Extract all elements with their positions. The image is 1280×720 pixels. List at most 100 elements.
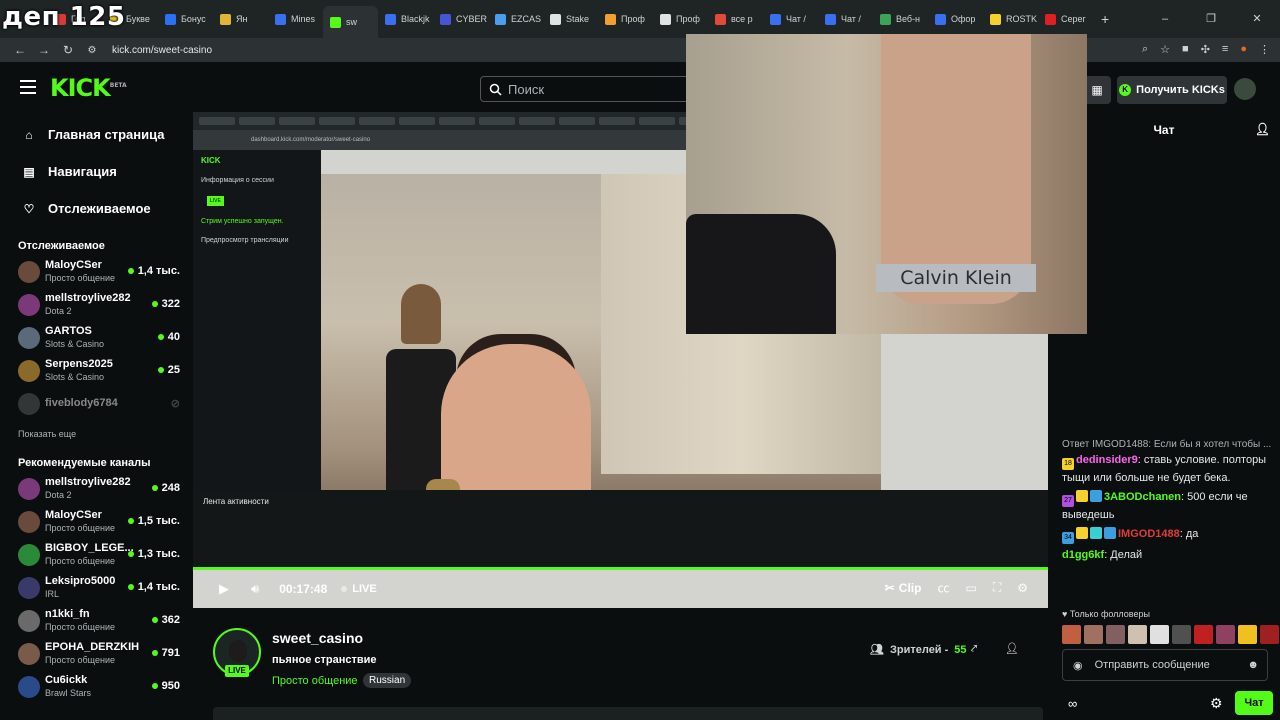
puzzle-icon[interactable]: ✣ [1201,43,1210,56]
browser-tab[interactable]: Офор [928,4,983,34]
menu-icon[interactable]: ⋮ [1259,43,1270,56]
channel-avatar [18,576,40,599]
browser-tab[interactable]: Проф [598,4,653,34]
chat-username[interactable]: d1gg6kf [1062,549,1104,561]
site-info-icon[interactable]: ⚙ [80,45,104,56]
chat-username[interactable]: dedinsider9 [1076,454,1138,466]
close-window-button[interactable]: ✕ [1234,0,1280,38]
browser-tab[interactable]: Бонус [158,4,213,34]
browser-tab[interactable]: Серег [1038,4,1093,34]
play-icon[interactable]: ▶ [219,581,229,597]
emoji-icon[interactable]: ☻ [1247,659,1259,671]
clip-button[interactable]: ✂ Clip [885,581,922,595]
sidebar-channel[interactable]: Serpens2025 Slots & Casino 25 [0,354,193,387]
player-settings-icon[interactable]: ⚙ [1017,581,1028,595]
show-more-link[interactable]: Показать еще [0,422,193,446]
channel-viewer-count: 40 [167,331,180,343]
emote-icon[interactable] [1216,625,1235,644]
emote-icon[interactable] [1106,625,1125,644]
browser-tab[interactable]: Веб-н [873,4,928,34]
browser-tab[interactable]: все р [708,4,763,34]
emote-icon[interactable] [1062,625,1081,644]
tab-favicon-icon [220,13,231,25]
sidebar-channel[interactable]: EPOHA_DERZKIH Просто общение 791 [0,637,193,670]
send-chat-button[interactable]: Чат [1235,691,1273,715]
follow-user-icon[interactable]: 👤︎ [1005,642,1019,655]
tab-favicon-icon [275,13,286,25]
video-session-info: Информация о сессии [201,177,274,184]
share-icon[interactable]: ⤤ [971,643,977,656]
emote-icon[interactable] [1150,625,1169,644]
get-kicks-button[interactable]: K Получить KICKs [1117,76,1227,104]
emote-icon[interactable] [1238,625,1257,644]
sidebar-channel[interactable]: Leksipro5000 IRL 1,4 тыс. [0,571,193,604]
emote-icon[interactable] [1260,625,1279,644]
theater-mode-icon[interactable]: ▭ [965,581,976,595]
profile-icon[interactable]: ● [1240,43,1247,56]
volume-icon[interactable]: 🔊︎ [251,581,259,597]
reload-icon[interactable]: ↻ [56,43,80,57]
sidebar-channel[interactable]: mellstroylive282 Dota 2 248 [0,472,193,505]
minimize-button[interactable]: – [1142,0,1188,38]
back-icon[interactable]: ← [8,43,32,57]
channel-category: Slots & Casino [45,371,105,382]
points-icon[interactable]: ∞ [1068,696,1077,711]
zoom-icon[interactable]: ⌕ [1142,43,1148,56]
fullscreen-icon[interactable]: ⛶ [993,580,1001,595]
tab-favicon-icon [880,13,891,25]
browser-tab[interactable]: Ян [213,4,268,34]
chat-users-icon[interactable]: 👤︎ [1255,122,1270,136]
streamer-name[interactable]: sweet_casino [272,630,363,646]
sidebar-nav-item[interactable]: ▤ Навигация [0,153,193,190]
chat-info-icon[interactable]: ◉ [1073,659,1083,672]
browser-tab[interactable]: CYBER [433,4,488,34]
sidebar-channel[interactable]: GARTOS Slots & Casino 40 [0,321,193,354]
sidebar-channel[interactable]: MaloyCSer Просто общение 1,4 тыс. [0,255,193,288]
forward-icon[interactable]: → [32,43,56,57]
captions-icon[interactable]: ㏄ [937,579,949,596]
stream-language-tag[interactable]: Russian [363,673,412,688]
emote-icon[interactable] [1128,625,1147,644]
chat-input-placeholder: Отправить сообщение [1094,659,1210,671]
menu-burger-icon[interactable] [20,80,36,94]
browser-tab[interactable]: Проф [653,4,708,34]
chat-username[interactable]: 3ABODchanen [1104,491,1181,503]
stream-category[interactable]: Просто общение [272,675,358,687]
browser-tab[interactable]: Mines [268,4,323,34]
new-tab-button[interactable]: + [1101,11,1109,27]
browser-tab[interactable]: Чат / [763,4,818,34]
kick-logo[interactable]: KICKBETA [50,74,127,102]
sidebar-nav-item[interactable]: ⌂ Главная страница [0,116,193,153]
maximize-button[interactable]: ❐ [1188,0,1234,38]
extension-icon[interactable]: ■ [1182,43,1189,56]
sidebar-channel[interactable]: mellstroylive282 Dota 2 322 [0,288,193,321]
browser-tab[interactable]: Чат / [818,4,873,34]
emote-icon[interactable] [1084,625,1103,644]
emote-icon[interactable] [1172,625,1191,644]
reading-list-icon[interactable]: ≡ [1222,43,1228,56]
sidebar-channel[interactable]: Cu6ickk Brawl Stars 950 [0,670,193,703]
tab-favicon-icon [330,16,341,28]
browser-tab[interactable]: Stake [543,4,598,34]
chat-settings-icon[interactable]: ⚙ [1210,695,1223,712]
sidebar-channel[interactable]: MaloyCSer Просто общение 1,5 тыс. [0,505,193,538]
dashboard-button[interactable]: ▦ [1083,76,1111,104]
emote-icon[interactable] [1194,625,1213,644]
sidebar-channel[interactable]: fiveblody6784 ⊘ [0,387,193,420]
browser-tab[interactable]: EZCAS [488,4,543,34]
tab-favicon-icon [165,13,176,25]
channel-avatar [18,675,40,698]
bookmark-star-icon[interactable]: ☆ [1160,43,1170,56]
browser-tab[interactable]: ROSTK [983,4,1038,34]
user-avatar[interactable] [1234,78,1256,100]
chat-message-input[interactable]: ◉ Отправить сообщение ☻ [1062,649,1268,681]
chat-username[interactable]: IMGOD1488 [1118,528,1180,540]
sidebar-nav-item[interactable]: ♡ Отслеживаемое [0,190,193,227]
channel-name: Leksipro5000 [45,574,116,587]
sidebar-nav-label: Навигация [48,164,117,179]
browser-tab[interactable]: Blackjk [378,4,433,34]
sidebar-channel[interactable]: BIGBOY_LEGE... Просто общение 1,3 тыс. [0,538,193,571]
url-field[interactable]: kick.com/sweet-casino [112,45,212,56]
sidebar-channel[interactable]: n1kki_fn Просто общение 362 [0,604,193,637]
browser-tab[interactable]: sw [323,6,378,38]
